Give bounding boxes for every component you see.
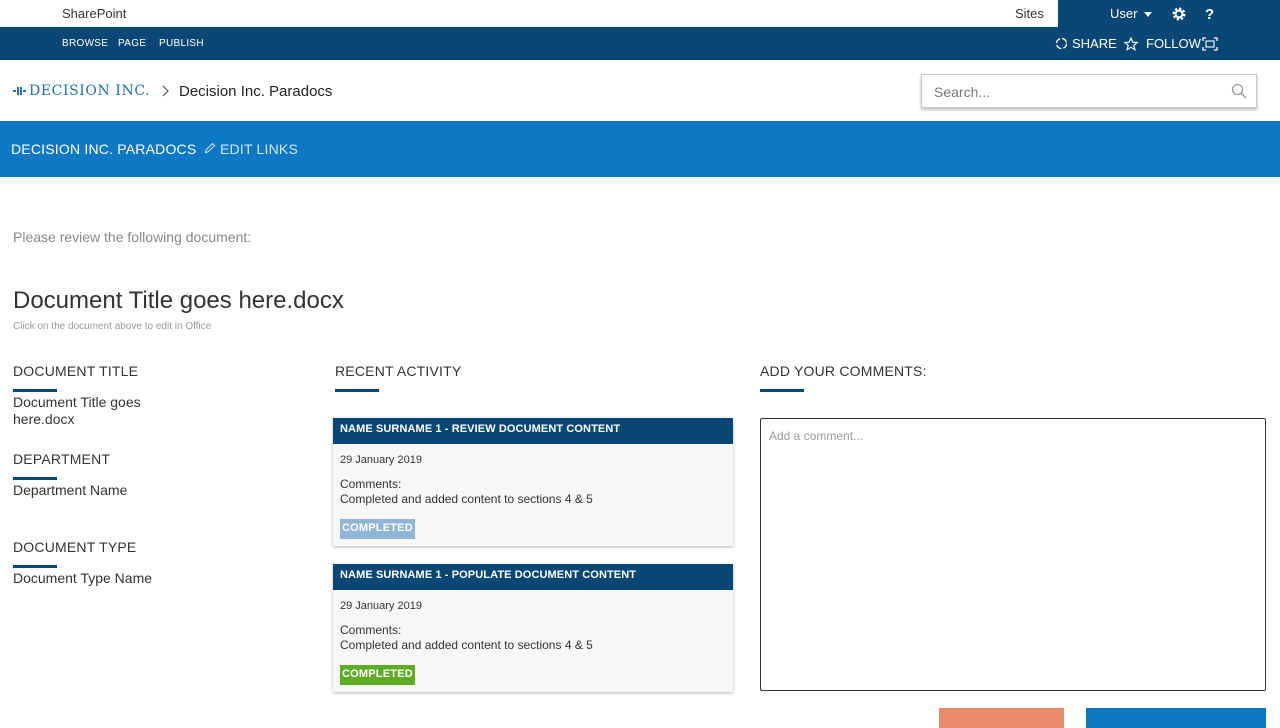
status-badge: COMPLETED <box>340 665 415 685</box>
focus-content-icon[interactable] <box>1202 37 1218 51</box>
cancel-button[interactable] <box>939 708 1064 728</box>
review-intro: Please review the following document: <box>13 229 252 245</box>
edit-links-label: EDIT LINKS <box>220 141 298 157</box>
site-header: DECISION INC. Decision Inc. Paradocs <box>0 60 1280 121</box>
activity-card-comment-text: Completed and added content to sections … <box>340 492 593 506</box>
site-navigation: DECISION INC. PARADOCS EDIT LINKS <box>0 121 1280 177</box>
comment-input[interactable] <box>769 429 1257 679</box>
site-title[interactable]: Decision Inc. Paradocs <box>179 83 332 100</box>
site-logo[interactable]: DECISION INC. <box>29 83 150 99</box>
activity-card-comments-label: Comments: <box>340 477 402 491</box>
edit-links-button[interactable]: EDIT LINKS <box>204 141 298 157</box>
activity-card-date: 29 January 2019 <box>340 454 422 466</box>
comment-box <box>760 418 1266 691</box>
activity-card-title: NAME SURNAME 1 - POPULATE DOCUMENT CONTE… <box>333 564 733 590</box>
department-value: Department Name <box>13 482 128 498</box>
user-menu[interactable]: User <box>1110 6 1137 21</box>
pencil-icon <box>204 142 216 154</box>
document-title-value: Document Title goes here.docx <box>13 394 141 427</box>
recent-activity-heading: RECENT ACTIVITY <box>335 363 462 379</box>
star-icon[interactable] <box>1124 37 1138 51</box>
tab-browse[interactable]: BROWSE <box>62 38 108 49</box>
help-icon[interactable]: ? <box>1205 6 1214 23</box>
sites-link[interactable]: Sites <box>1015 6 1044 21</box>
section-divider <box>13 477 57 480</box>
search-input[interactable] <box>934 82 1224 102</box>
gear-icon[interactable] <box>1171 6 1187 22</box>
search-box <box>921 74 1257 108</box>
document-type-label: DOCUMENT TYPE <box>13 539 137 555</box>
chevron-right-icon <box>162 85 169 97</box>
nav-item-home[interactable]: DECISION INC. PARADOCS <box>11 141 196 157</box>
section-divider <box>13 565 57 568</box>
submit-button[interactable] <box>1086 708 1266 728</box>
ribbon-bar: BROWSE PAGE PUBLISH SHARE FOLLOW <box>0 27 1280 60</box>
section-divider <box>760 389 804 392</box>
user-zone: User ? <box>1058 0 1280 27</box>
activity-card-comment-text: Completed and added content to sections … <box>340 638 593 652</box>
status-badge: COMPLETED <box>340 519 415 539</box>
document-hint: Click on the document above to edit in O… <box>13 321 212 332</box>
document-title-link[interactable]: Document Title goes here.docx <box>13 287 344 315</box>
share-icon[interactable] <box>1055 37 1068 50</box>
tab-publish[interactable]: PUBLISH <box>159 38 204 49</box>
document-type-value: Document Type Name <box>13 570 153 586</box>
activity-card-title: NAME SURNAME 1 - REVIEW DOCUMENT CONTENT <box>333 418 733 444</box>
section-divider <box>335 389 379 392</box>
sharepoint-brand[interactable]: SharePoint <box>62 6 126 21</box>
activity-card-date: 29 January 2019 <box>340 600 422 612</box>
add-comments-heading: ADD YOUR COMMENTS: <box>760 363 927 379</box>
activity-card: NAME SURNAME 1 - REVIEW DOCUMENT CONTENT… <box>333 418 733 546</box>
department-label: DEPARTMENT <box>13 451 111 467</box>
suite-bar: SharePoint Sites User ? <box>0 0 1280 27</box>
activity-card: NAME SURNAME 1 - POPULATE DOCUMENT CONTE… <box>333 564 733 692</box>
section-divider <box>13 389 57 392</box>
follow-button[interactable]: FOLLOW <box>1146 36 1201 51</box>
decision-logo-mark-icon <box>13 87 26 95</box>
activity-card-comments-label: Comments: <box>340 623 402 637</box>
share-button[interactable]: SHARE <box>1072 36 1117 51</box>
document-title-label: DOCUMENT TITLE <box>13 363 139 379</box>
tab-page[interactable]: PAGE <box>118 38 146 49</box>
chevron-down-icon[interactable] <box>1144 12 1152 17</box>
search-icon[interactable] <box>1231 83 1247 99</box>
